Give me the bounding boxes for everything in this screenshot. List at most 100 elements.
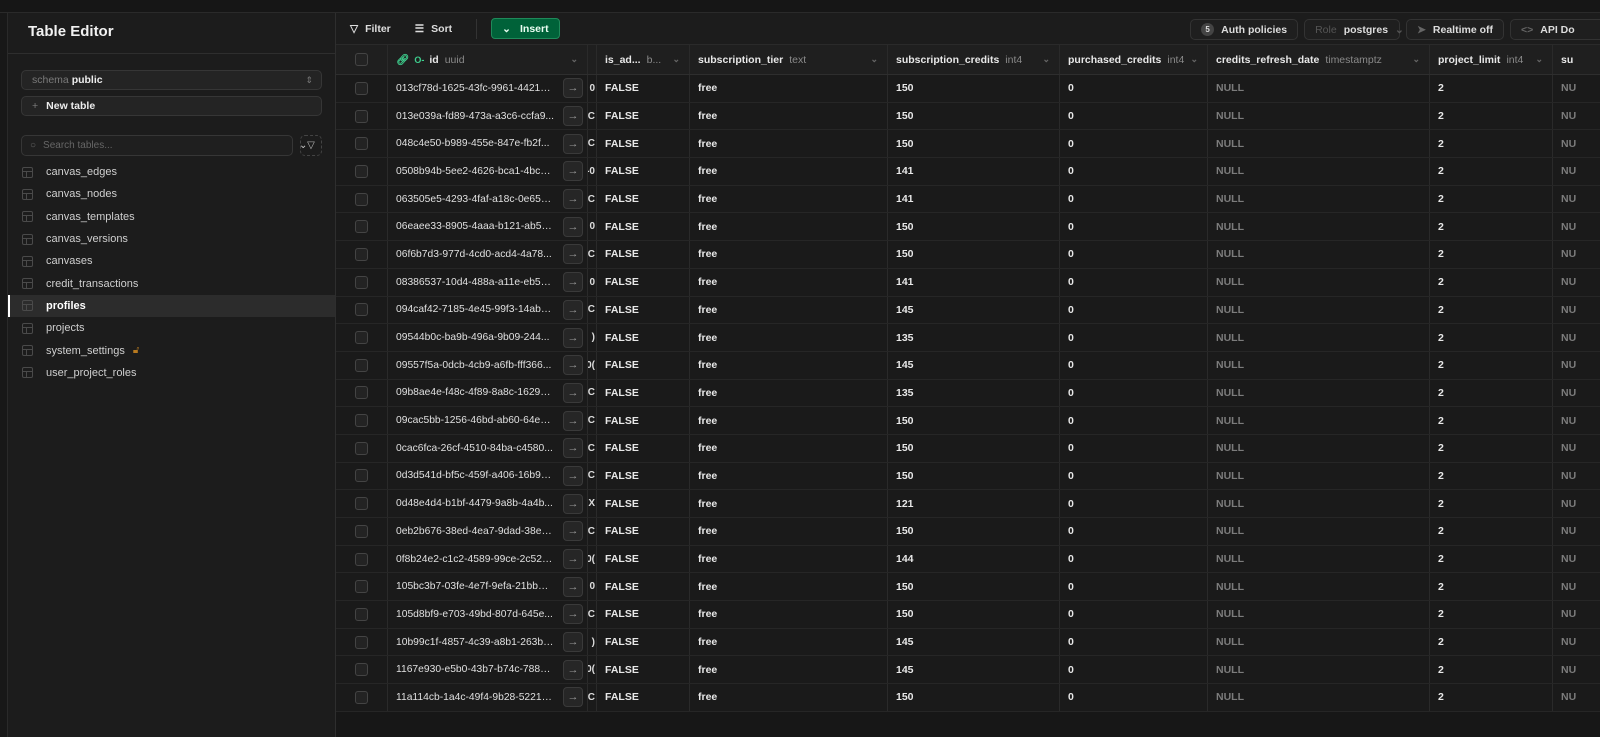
row-checkbox[interactable] xyxy=(355,192,368,206)
arrow-right-icon[interactable]: → xyxy=(563,382,583,403)
purchased-cell[interactable]: 0 xyxy=(1060,434,1208,462)
row-checkbox[interactable] xyxy=(355,247,368,261)
limit-cell[interactable]: 2 xyxy=(1430,213,1553,241)
su-cell[interactable]: NU xyxy=(1553,629,1600,656)
limit-cell[interactable]: 2 xyxy=(1430,130,1553,158)
credits-cell[interactable]: 150 xyxy=(888,102,1060,130)
credits-cell[interactable]: 145 xyxy=(888,628,1060,656)
credits-cell[interactable]: 145 xyxy=(888,296,1060,324)
purchased-cell[interactable]: 0 xyxy=(1060,351,1208,379)
refresh-cell[interactable]: NULL xyxy=(1208,434,1430,462)
limit-cell[interactable]: 2 xyxy=(1430,573,1553,601)
limit-cell[interactable]: 2 xyxy=(1430,518,1553,545)
purchased-cell[interactable]: 0 xyxy=(1060,462,1208,490)
select-all-checkbox[interactable] xyxy=(355,53,368,66)
limit-cell[interactable]: 2 xyxy=(1430,185,1553,213)
table-row[interactable]: 013cf78d-1625-43fc-9961-442189... → 0 FALSE… xyxy=(336,75,1600,103)
arrow-right-icon[interactable]: → xyxy=(563,106,583,127)
credits-cell[interactable]: 150 xyxy=(888,601,1060,628)
is_admin-cell[interactable]: FALSE xyxy=(597,628,690,656)
row-checkbox[interactable] xyxy=(355,580,368,594)
refresh-cell[interactable]: NULL xyxy=(1208,684,1430,711)
sidebar-item-canvas_edges[interactable]: canvas_edges xyxy=(8,161,335,183)
refresh-cell[interactable]: NULL xyxy=(1208,130,1430,158)
id-cell[interactable]: 0eb2b676-38ed-4ea7-9dad-38e6... → xyxy=(388,518,588,545)
id-cell[interactable]: 0f8b24e2-c1c2-4589-99ce-2c52d... → xyxy=(388,545,588,573)
arrow-right-icon[interactable]: → xyxy=(563,521,583,542)
is_admin-cell[interactable]: FALSE xyxy=(597,185,690,213)
table-row[interactable]: 06eaee33-8905-4aaa-b121-ab552... → 0 FALSE f… xyxy=(336,213,1600,242)
column-header-project_limit[interactable]: project_limit int4 ⌄ xyxy=(1430,45,1553,74)
refresh-cell[interactable]: NULL xyxy=(1208,324,1430,351)
su-cell[interactable]: NU xyxy=(1553,518,1600,545)
table-row[interactable]: 063505e5-4293-4faf-a18c-0e65b... →0CFALSE… xyxy=(336,185,1600,214)
su-cell[interactable]: NU xyxy=(1553,241,1600,268)
limit-cell[interactable]: 2 xyxy=(1430,434,1553,462)
is_admin-cell[interactable]: FALSE xyxy=(597,158,690,185)
table-row[interactable]: 094caf42-7185-4e45-99f3-14abee... →0CFALS… xyxy=(336,296,1600,325)
refresh-cell[interactable]: NULL xyxy=(1208,75,1430,102)
table-row[interactable]: 09557f5a-0dcb-4cb9-a6fb-fff366... →0(FALS… xyxy=(336,351,1600,380)
refresh-cell[interactable]: NULL xyxy=(1208,628,1430,656)
limit-cell[interactable]: 2 xyxy=(1430,379,1553,407)
is_admin-cell[interactable]: FALSE xyxy=(597,296,690,324)
id-cell[interactable]: 09b8ae4e-f48c-4f89-8a8c-1629b... → xyxy=(388,379,588,407)
credits-cell[interactable]: 141 xyxy=(888,268,1060,296)
credits-cell[interactable]: 121 xyxy=(888,490,1060,517)
credits-cell[interactable]: 141 xyxy=(888,158,1060,185)
id-cell[interactable]: 09557f5a-0dcb-4cb9-a6fb-fff366... → xyxy=(388,351,588,379)
id-cell[interactable]: 10b99c1f-4857-4c39-a8b1-263b8... → xyxy=(388,628,588,656)
limit-cell[interactable]: 2 xyxy=(1430,462,1553,490)
new-table-button[interactable]: + New table xyxy=(21,96,322,116)
row-checkbox[interactable] xyxy=(355,524,368,538)
purchased-cell[interactable]: 0 xyxy=(1060,102,1208,130)
table-row[interactable]: 06f6b7d3-977d-4cd0-acd4-4a78... →0CFALSEf… xyxy=(336,241,1600,269)
credits-cell[interactable]: 150 xyxy=(888,684,1060,711)
id-cell[interactable]: 11a114cb-1a4c-49f4-9b28-52219ec... → xyxy=(388,684,588,711)
su-cell[interactable]: NU xyxy=(1553,435,1600,462)
table-row[interactable]: 0508b94b-5ee2-4626-bca1-4bca... →-0FALSEf… xyxy=(336,158,1600,186)
arrow-right-icon[interactable]: → xyxy=(563,687,583,708)
limit-cell[interactable]: 2 xyxy=(1430,684,1553,711)
arrow-right-icon[interactable]: → xyxy=(563,410,583,431)
row-checkbox[interactable] xyxy=(355,81,368,95)
refresh-cell[interactable]: NULL xyxy=(1208,601,1430,628)
chevron-down-icon[interactable]: ⌄ xyxy=(870,54,878,65)
sidebar-item-user_project_roles[interactable]: user_project_roles xyxy=(8,362,335,384)
id-cell[interactable]: 0508b94b-5ee2-4626-bca1-4bca... → xyxy=(388,158,588,185)
row-checkbox[interactable] xyxy=(355,690,368,704)
refresh-cell[interactable]: NULL xyxy=(1208,351,1430,379)
su-cell[interactable]: NU xyxy=(1553,546,1600,573)
is_admin-cell[interactable]: FALSE xyxy=(597,434,690,462)
arrow-right-icon[interactable]: → xyxy=(563,549,583,570)
is_admin-cell[interactable]: FALSE xyxy=(597,601,690,628)
api-docs-button[interactable]: <> API Do xyxy=(1510,19,1600,40)
arrow-right-icon[interactable]: → xyxy=(563,659,583,680)
su-cell[interactable]: NU xyxy=(1553,103,1600,130)
table-row[interactable]: 09544b0c-ba9b-496a-9b09-244... →) FALSE fre… xyxy=(336,324,1600,352)
tier-cell[interactable]: free xyxy=(690,324,888,351)
row-checkbox[interactable] xyxy=(355,109,368,123)
credits-cell[interactable]: 150 xyxy=(888,518,1060,545)
purchased-cell[interactable]: 0 xyxy=(1060,213,1208,241)
limit-cell[interactable]: 2 xyxy=(1430,628,1553,656)
row-checkbox[interactable] xyxy=(355,137,368,151)
column-header-subscription_tier[interactable]: subscription_tier text ⌄ xyxy=(690,45,888,74)
id-cell[interactable]: 013cf78d-1625-43fc-9961-442189... → xyxy=(388,75,588,102)
purchased-cell[interactable]: 0 xyxy=(1060,601,1208,628)
refresh-cell[interactable]: NULL xyxy=(1208,573,1430,601)
arrow-right-icon[interactable]: → xyxy=(563,493,583,514)
row-checkbox[interactable] xyxy=(355,220,368,234)
is_admin-cell[interactable]: FALSE xyxy=(597,241,690,268)
su-cell[interactable]: NU xyxy=(1553,352,1600,379)
purchased-cell[interactable]: 0 xyxy=(1060,379,1208,407)
is_admin-cell[interactable]: FALSE xyxy=(597,490,690,517)
tier-cell[interactable]: free xyxy=(690,75,888,102)
tier-cell[interactable]: free xyxy=(690,296,888,324)
limit-cell[interactable]: 2 xyxy=(1430,102,1553,130)
credits-cell[interactable]: 150 xyxy=(888,130,1060,158)
role-selector[interactable]: Role postgres ⌄ xyxy=(1304,19,1404,40)
refresh-cell[interactable]: NULL xyxy=(1208,268,1430,296)
purchased-cell[interactable]: 0 xyxy=(1060,545,1208,573)
realtime-button[interactable]: ➤ Realtime off xyxy=(1406,19,1504,40)
